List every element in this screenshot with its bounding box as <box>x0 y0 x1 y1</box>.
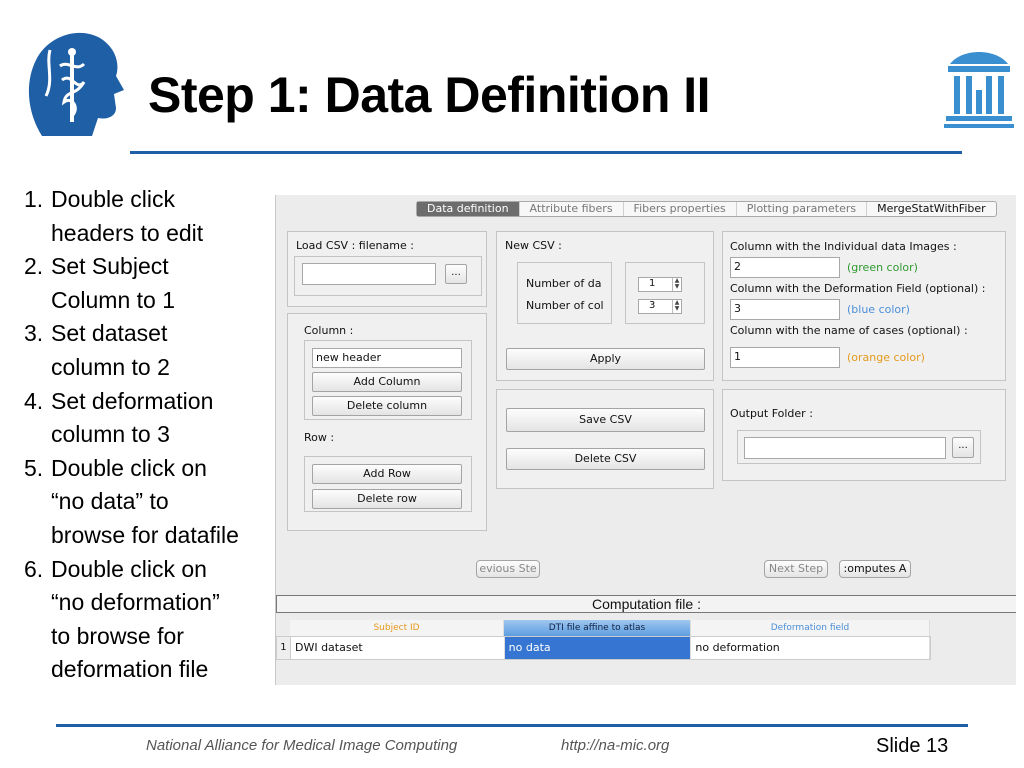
rows-count-value: 1 <box>649 278 656 289</box>
table-row: 1 DWI dataset no data no deformation <box>276 636 931 660</box>
tab-merge-stat-with-fiber[interactable]: MergeStatWithFiber <box>867 202 996 216</box>
output-folder-title: Output Folder : <box>730 407 813 420</box>
instruction-text: Set deformation column to 3 <box>51 387 214 448</box>
tab-fibers-properties[interactable]: Fibers properties <box>624 202 737 216</box>
dti-file-cell[interactable]: no data <box>504 637 692 659</box>
column-controls: new header Add Column Delete column <box>304 340 472 420</box>
images-column-label: Column with the Individual data Images : <box>730 240 957 253</box>
instruction-text: Set dataset column to 2 <box>51 320 170 380</box>
title-divider <box>130 151 962 154</box>
rows-count-label: Number of da <box>526 277 602 290</box>
instruction-text: Double click on “no data” to browse for … <box>51 454 239 548</box>
deformation-column-hint: (blue color) <box>847 303 910 316</box>
spin-arrows-icon[interactable]: ▲ ▼ <box>672 300 681 313</box>
table-header: Subject ID DTI file affine to atlas Defo… <box>290 620 931 636</box>
delete-row-button[interactable]: Delete row <box>312 489 462 509</box>
spin-arrows-icon[interactable]: ▲ ▼ <box>672 278 681 291</box>
tab-bar: Data definition Attribute fibers Fibers … <box>416 201 997 217</box>
slide-title: Step 1: Data Definition II <box>148 67 711 123</box>
output-folder-input[interactable] <box>744 437 946 459</box>
previous-step-button[interactable]: evious Ste <box>476 560 540 578</box>
row-title: Row : <box>304 431 335 444</box>
namic-head-logo-icon <box>28 32 125 136</box>
computation-table: Subject ID DTI file affine to atlas Defo… <box>276 620 931 660</box>
header-name-input[interactable]: new header <box>312 348 462 368</box>
instruction-text: Double click on “no deformation” to brow… <box>51 555 220 683</box>
row-number: 1 <box>277 637 291 659</box>
compute-button[interactable]: :omputes A <box>839 560 911 578</box>
instruction-number: 6. <box>24 555 44 582</box>
row-controls: Add Row Delete row <box>304 456 472 512</box>
instruction-text: Set Subject Column to 1 <box>51 253 176 313</box>
cases-column-label: Column with the name of cases (optional)… <box>730 324 968 337</box>
cases-column-input[interactable]: 1 <box>730 347 840 368</box>
tab-plotting-parameters[interactable]: Plotting parameters <box>737 202 868 216</box>
instruction-text: Double click headers to edit <box>51 186 204 246</box>
deformation-field-header[interactable]: Deformation field <box>691 620 930 636</box>
instruction-list: 1. Double click headers to edit 2. Set Sub… <box>24 183 274 687</box>
add-row-button[interactable]: Add Row <box>312 464 462 484</box>
delete-column-button[interactable]: Delete column <box>312 396 462 416</box>
instruction-number: 5. <box>24 454 44 481</box>
slide-number: Slide 13 <box>876 735 949 757</box>
csv-size-labels: Number of da Number of col <box>517 262 612 324</box>
apply-button[interactable]: Apply <box>506 348 705 370</box>
columns-count-spinbox[interactable]: 3 ▲ ▼ <box>638 299 682 314</box>
instruction-number: 3. <box>24 320 44 347</box>
deformation-column-label: Column with the Deformation Field (optio… <box>730 282 986 295</box>
new-csv-title: New CSV : <box>505 239 562 252</box>
computation-file-title: Computation file : <box>276 595 1016 613</box>
deformation-field-cell[interactable]: no deformation <box>691 637 931 659</box>
add-column-button[interactable]: Add Column <box>312 372 462 392</box>
delete-csv-button[interactable]: Delete CSV <box>506 448 705 470</box>
dti-file-header[interactable]: DTI file affine to atlas <box>504 620 691 636</box>
instruction-item: 2. Set Subject Column to 1 <box>24 250 274 317</box>
tab-attribute-fibers[interactable]: Attribute fibers <box>520 202 624 216</box>
footer-url: http://na-mic.org <box>561 737 670 754</box>
load-csv-inner: ... <box>294 256 482 296</box>
column-config-group: Column with the Individual data Images :… <box>722 231 1006 381</box>
load-csv-group: Load CSV : filename : ... <box>287 231 487 307</box>
csv-actions-group: Save CSV Delete CSV <box>496 389 714 489</box>
footer-divider <box>56 724 968 727</box>
csv-size-spinners: 1 ▲ ▼ 3 ▲ ▼ <box>625 262 705 324</box>
footer-organization: National Alliance for Medical Image Comp… <box>146 737 458 754</box>
save-csv-button[interactable]: Save CSV <box>506 408 705 432</box>
instruction-item: 6. Double click on “no deformation” to br… <box>24 553 274 687</box>
output-folder-group: Output Folder : ... <box>722 389 1006 481</box>
output-folder-inner: ... <box>737 430 981 464</box>
tab-data-definition[interactable]: Data definition <box>417 202 520 216</box>
images-column-hint: (green color) <box>847 261 918 274</box>
browse-csv-button[interactable]: ... <box>445 264 467 284</box>
column-row-group: Column : new header Add Column Delete co… <box>287 313 487 531</box>
new-csv-group: New CSV : Number of da Number of col 1 ▲ ▼… <box>496 231 714 381</box>
subject-id-cell[interactable]: DWI dataset <box>291 637 505 659</box>
next-step-button[interactable]: Next Step <box>764 560 828 578</box>
images-column-input[interactable]: 2 <box>730 257 840 278</box>
columns-count-value: 3 <box>649 300 656 311</box>
column-title: Column : <box>304 324 354 337</box>
unc-old-well-logo-icon <box>944 52 1014 128</box>
columns-count-label: Number of col <box>526 299 604 312</box>
load-csv-title: Load CSV : filename : <box>296 239 414 252</box>
fiber-tool-window: Data definition Attribute fibers Fibers … <box>275 195 1016 685</box>
instruction-number: 4. <box>24 387 44 414</box>
instruction-item: 3. Set dataset column to 2 <box>24 317 274 384</box>
instruction-item: 4. Set deformation column to 3 <box>24 385 274 452</box>
instruction-number: 1. <box>24 186 44 212</box>
instruction-item: 5. Double click on “no data” to browse fo… <box>24 452 274 553</box>
instruction-number: 2. <box>24 253 44 280</box>
instruction-item: 1. Double click headers to edit <box>24 183 274 250</box>
subject-id-header[interactable]: Subject ID <box>290 620 504 636</box>
browse-output-button[interactable]: ... <box>952 437 974 458</box>
csv-filename-input[interactable] <box>302 263 436 285</box>
cases-column-hint: (orange color) <box>847 351 925 364</box>
rows-count-spinbox[interactable]: 1 ▲ ▼ <box>638 277 682 292</box>
deformation-column-input[interactable]: 3 <box>730 299 840 320</box>
